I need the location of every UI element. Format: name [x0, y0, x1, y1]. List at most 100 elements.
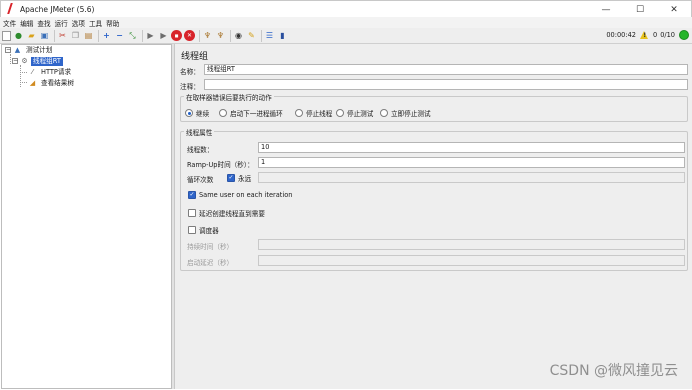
- checkbox-label: 延迟创建线程直到需要: [199, 210, 265, 218]
- duration-label: 持续时间（秒）: [187, 243, 234, 251]
- reset-search-icon[interactable]: ✎: [246, 30, 257, 41]
- menu-file[interactable]: 文件: [3, 18, 16, 28]
- new-icon[interactable]: [2, 30, 11, 41]
- stop-icon[interactable]: ■: [171, 30, 182, 41]
- loop-count-field[interactable]: [258, 172, 685, 183]
- toolbar-separator: [199, 29, 200, 42]
- loop-count-label: 循环次数: [187, 176, 214, 184]
- tree-item-label: 查看结果树: [41, 78, 74, 87]
- radio-stop-thread[interactable]: 停止线程: [295, 108, 332, 118]
- checkbox-label: Same user on each iteration: [199, 191, 293, 199]
- cut-icon[interactable]: ✂: [57, 30, 68, 41]
- function-helper-icon[interactable]: ☰: [264, 30, 275, 41]
- tree-connector: [20, 82, 27, 83]
- start-icon[interactable]: ▶: [145, 30, 156, 41]
- radio-start-next-loop[interactable]: 启动下一进程循环: [219, 108, 283, 118]
- thread-count-field[interactable]: 10: [258, 142, 685, 153]
- paste-icon[interactable]: ▤: [83, 30, 94, 41]
- test-plan-tree: − ▲ 测试计划 − ⚙ 线程组RT ⁄ HTTP请求 ◢ 查看结果树: [1, 44, 172, 389]
- open-icon[interactable]: ▰: [26, 30, 37, 41]
- shutdown-icon[interactable]: ✕: [184, 30, 195, 41]
- thread-properties-title: 线程属性: [184, 127, 215, 137]
- toolbar: ● ▰ ▣ ✂ ❐ ▤ + − ⤡ ▶ ▶ ■ ✕ ♆ ♆ ◉ ✎ ☰ ▮ 00…: [0, 28, 692, 44]
- clear-all-icon[interactable]: ♆: [215, 30, 226, 41]
- search-icon[interactable]: ◉: [233, 30, 244, 41]
- active-threads: 0/10: [660, 31, 675, 39]
- rampup-field[interactable]: 1: [258, 157, 685, 168]
- pipette-icon: ⁄: [31, 68, 34, 76]
- startup-delay-field[interactable]: [258, 255, 685, 266]
- name-field[interactable]: 线程组RT: [204, 64, 688, 75]
- thread-count-label: 线程数：: [187, 146, 214, 154]
- save-icon[interactable]: ▣: [39, 30, 50, 41]
- radio-dot: [380, 109, 388, 117]
- templates-icon[interactable]: ●: [13, 30, 24, 41]
- checkbox-label: 永远: [238, 175, 252, 183]
- radio-dot: [295, 109, 303, 117]
- rampup-label: Ramp-Up时间（秒）：: [187, 161, 254, 169]
- radio-label: 停止测试: [347, 110, 374, 118]
- minimize-button[interactable]: —: [589, 1, 623, 18]
- toolbar-separator: [142, 29, 143, 42]
- status-light-icon: [679, 30, 689, 40]
- tree-connector: [20, 72, 27, 73]
- tree-connector: [20, 65, 21, 87]
- radio-label: 启动下一进程循环: [230, 110, 283, 118]
- tree-item-label: HTTP请求: [41, 67, 72, 76]
- menu-help[interactable]: 帮助: [106, 18, 119, 28]
- expand-all-icon[interactable]: +: [101, 30, 112, 41]
- sampler-error-title: 在取样器错误后要执行的动作: [184, 92, 274, 102]
- same-user-checkbox[interactable]: ✓ Same user on each iteration: [188, 191, 292, 199]
- toolbar-separator: [98, 29, 99, 42]
- comment-field[interactable]: [204, 79, 688, 90]
- start-no-pauses-icon[interactable]: ▶: [158, 30, 169, 41]
- collapse-icon[interactable]: −: [12, 58, 18, 64]
- toolbar-separator: [261, 29, 262, 42]
- gear-icon: ⚙: [21, 57, 28, 65]
- elapsed-timer: 00:00:42: [606, 31, 636, 39]
- tree-item-label: 线程组RT: [31, 56, 63, 66]
- forever-checkbox[interactable]: ✓ 永远: [227, 173, 251, 183]
- scheduler-checkbox[interactable]: 调度器: [188, 225, 219, 235]
- radio-dot: [219, 109, 227, 117]
- radio-stop-test-now[interactable]: 立即停止测试: [380, 108, 431, 118]
- sampler-error-group: 在取样器错误后要执行的动作 继续 启动下一进程循环 停止线程 停止测试 立即停止…: [180, 92, 688, 122]
- jmeter-logo-icon: [5, 3, 15, 15]
- menu-run[interactable]: 运行: [55, 18, 68, 28]
- radio-continue[interactable]: 继续: [185, 108, 209, 118]
- panel-title: 线程组: [181, 52, 209, 62]
- checkbox-label: 调度器: [199, 227, 219, 235]
- radio-label: 继续: [196, 110, 210, 118]
- tree-connector: [10, 54, 11, 64]
- tree-item-thread-group[interactable]: − ⚙ 线程组RT: [12, 56, 63, 66]
- menu-search[interactable]: 查找: [37, 18, 50, 28]
- collapse-all-icon[interactable]: −: [114, 30, 125, 41]
- menu-options[interactable]: 选项: [72, 18, 85, 28]
- radio-label: 立即停止测试: [391, 110, 431, 118]
- duration-field[interactable]: [258, 239, 685, 250]
- menu-tools[interactable]: 工具: [89, 18, 102, 28]
- radio-dot: [185, 109, 193, 117]
- radio-label: 停止线程: [306, 110, 333, 118]
- clear-icon[interactable]: ♆: [202, 30, 213, 41]
- toolbar-separator: [230, 29, 231, 42]
- checkmark-icon: ✓: [188, 191, 196, 199]
- tree-item-test-plan[interactable]: − ▲ 测试计划: [5, 45, 54, 55]
- startup-delay-label: 启动延迟（秒）: [187, 259, 234, 267]
- warning-icon[interactable]: [639, 30, 649, 40]
- comment-label: 注释：: [180, 83, 200, 91]
- tree-item-http-request[interactable]: ⁄ HTTP请求: [28, 67, 73, 77]
- menu-edit[interactable]: 编辑: [20, 18, 33, 28]
- copy-icon[interactable]: ❐: [70, 30, 81, 41]
- collapse-icon[interactable]: −: [5, 47, 11, 53]
- tree-item-view-results-tree[interactable]: ◢ 查看结果树: [28, 78, 76, 88]
- toggle-icon[interactable]: ⤡: [127, 30, 138, 41]
- help-icon[interactable]: ▮: [277, 30, 288, 41]
- checkmark-icon: ✓: [227, 174, 235, 182]
- radio-stop-test[interactable]: 停止测试: [336, 108, 373, 118]
- delay-thread-creation-checkbox[interactable]: 延迟创建线程直到需要: [188, 208, 265, 218]
- name-label: 名称：: [180, 68, 200, 76]
- maximize-button[interactable]: ☐: [623, 1, 657, 18]
- close-button[interactable]: ✕: [657, 1, 691, 18]
- test-plan-icon: ▲: [14, 46, 21, 54]
